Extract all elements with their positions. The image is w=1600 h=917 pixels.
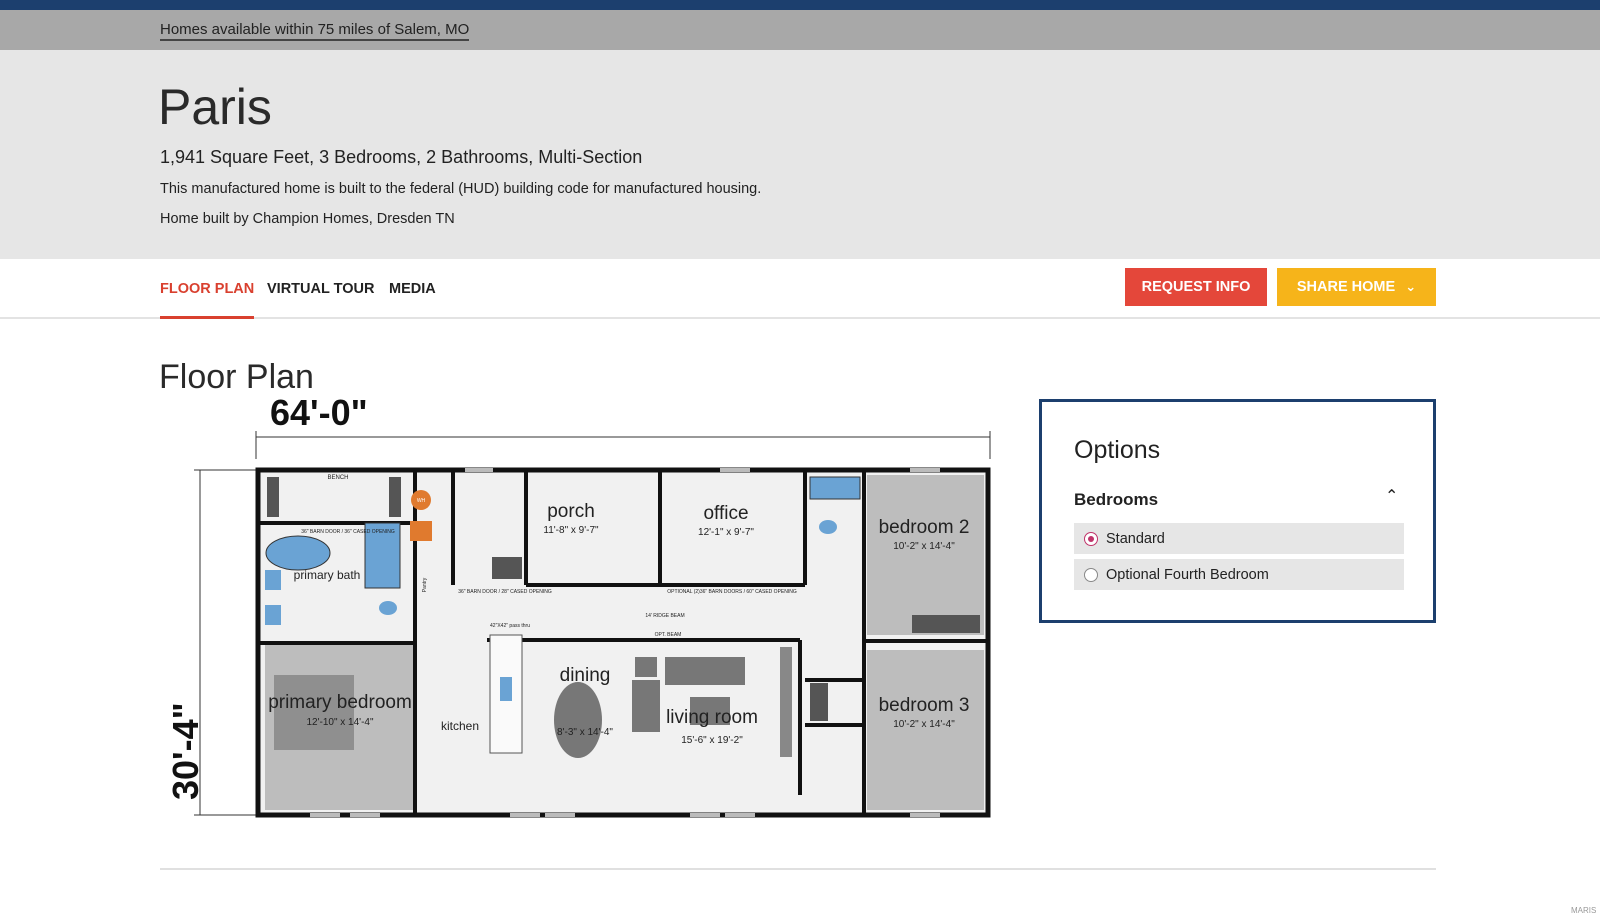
sink-icon-2	[265, 605, 281, 625]
option-standard[interactable]: Standard	[1074, 523, 1404, 554]
opt-beam-label: OPT. BEAM	[655, 632, 682, 638]
porch-size: 11'-8" x 9'-7"	[543, 525, 599, 536]
living-room-size: 15'-6" x 19'-2"	[681, 735, 743, 746]
barn-door-label-2: 36" BARN DOOR / 28" CASED OPENING	[458, 589, 552, 595]
options-panel: Options Bedrooms ⌃ Standard Optional Fou…	[1039, 399, 1436, 623]
pantry-label: Pantry	[422, 577, 428, 592]
tab-floor-plan[interactable]: FLOOR PLAN	[160, 281, 255, 319]
primary-bedroom-size: 12'-10" x 14'-4"	[306, 717, 374, 728]
office-size: 12'-1" x 9'-7"	[698, 527, 754, 538]
porch-label: porch	[547, 501, 595, 522]
top-accent-stripe	[0, 0, 1600, 10]
primary-bedroom-label: primary bedroom	[268, 692, 412, 713]
dining-label: dining	[560, 665, 611, 686]
tv-console-icon	[780, 647, 792, 757]
sofa-icon	[665, 657, 745, 685]
section-divider	[160, 868, 1436, 870]
radio-unselected-icon[interactable]	[1084, 567, 1098, 582]
tab-media[interactable]: MEDIA	[389, 281, 436, 297]
barn-door-label-1: 36" BARN DOOR / 36" CASED OPENING	[301, 529, 395, 535]
request-info-label: REQUEST INFO	[1141, 279, 1251, 295]
toilet-icon	[819, 520, 837, 534]
builder-info: Home built by Champion Homes, Dresden TN	[160, 211, 455, 227]
kitchen-sink-icon	[500, 677, 512, 701]
optional-barn-label: OPTIONAL (2)36" BARN DOORS / 60" CASED O…	[667, 589, 797, 595]
bench-label: BENCH	[327, 475, 348, 481]
depth-dimension-label: 30'-4"	[165, 702, 206, 800]
living-room-label: living room	[666, 707, 758, 728]
office-label: office	[703, 503, 748, 524]
ridge-beam-label: 14' RIDGE BEAM	[645, 613, 684, 619]
option-fourth-bedroom[interactable]: Optional Fourth Bedroom	[1074, 559, 1404, 590]
dining-table-icon	[554, 682, 602, 758]
tab-bar: FLOOR PLAN VIRTUAL TOUR MEDIA REQUEST IN…	[0, 259, 1600, 319]
bedroom2-label: bedroom 2	[879, 517, 970, 538]
dining-size: 8'-3" x 14'-4"	[557, 727, 613, 738]
option-standard-label: Standard	[1106, 530, 1165, 547]
width-dimension-label: 64'-0"	[270, 395, 368, 433]
primary-bath-label: primary bath	[294, 568, 361, 582]
home-header: Paris 1,941 Square Feet, 3 Bedrooms, 2 B…	[0, 50, 1600, 259]
options-title: Options	[1074, 436, 1161, 464]
bedroom2-size: 10'-2" x 14'-4"	[893, 541, 955, 552]
armchair-icon	[632, 680, 660, 732]
bedroom3-label: bedroom 3	[879, 695, 970, 716]
chevron-down-icon: ⌄	[1405, 279, 1417, 294]
location-link[interactable]: Homes available within 75 miles of Salem…	[160, 21, 470, 41]
bathtub-icon	[265, 535, 331, 571]
hall-tub-icon	[809, 476, 861, 500]
chevron-up-icon[interactable]: ⌃	[1385, 486, 1398, 506]
floor-plan-heading: Floor Plan	[159, 358, 314, 396]
tab-virtual-tour[interactable]: VIRTUAL TOUR	[267, 281, 374, 297]
watermark: MARIS	[1571, 906, 1597, 915]
kitchen-label: kitchen	[441, 719, 479, 733]
wh-label: WH	[417, 498, 426, 504]
radio-selected-icon[interactable]	[1084, 531, 1098, 546]
location-bar: Homes available within 75 miles of Salem…	[0, 10, 1600, 50]
request-info-button[interactable]: REQUEST INFO	[1125, 268, 1267, 306]
hud-note: This manufactured home is built to the f…	[160, 181, 762, 197]
floor-plan-image: 64'-0" 30'-4" porch 11'-8" x 9'-7" offic…	[165, 395, 991, 818]
bedrooms-group-label[interactable]: Bedrooms	[1074, 490, 1158, 510]
bedroom3-size: 10'-2" x 14'-4"	[893, 719, 955, 730]
home-title: Paris	[158, 79, 272, 135]
bedroom3-area	[867, 650, 984, 810]
pass-thru-label: 42"X42" pass thru	[490, 623, 530, 629]
bedroom2-area	[867, 475, 984, 635]
furnace-icon	[410, 521, 432, 541]
width-dimension	[255, 431, 991, 459]
sink-icon	[265, 570, 281, 590]
share-home-button[interactable]: SHARE HOME ⌄	[1277, 268, 1436, 306]
toilet-icon-2	[379, 601, 397, 615]
share-home-label: SHARE HOME	[1296, 279, 1396, 295]
home-specs: 1,941 Square Feet, 3 Bedrooms, 2 Bathroo…	[160, 147, 643, 167]
option-fourth-bedroom-label: Optional Fourth Bedroom	[1106, 566, 1269, 583]
side-table-icon	[635, 657, 657, 677]
